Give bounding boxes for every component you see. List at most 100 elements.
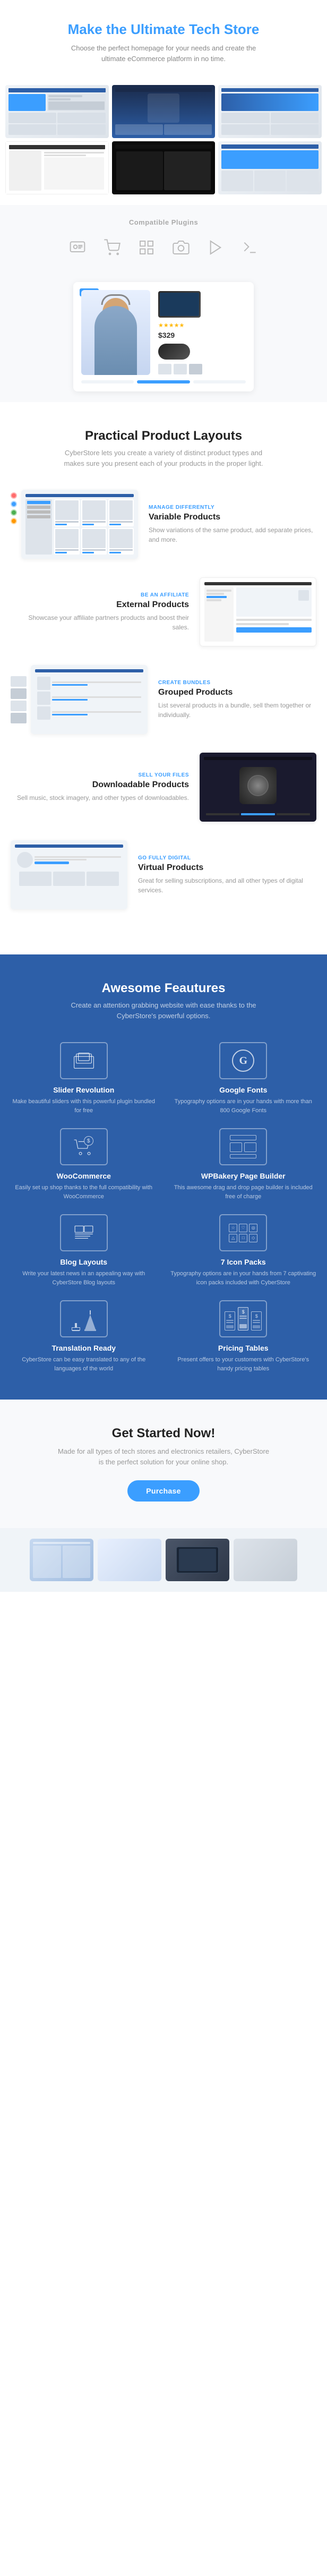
- woocommerce-name: WooCommerce: [57, 1172, 111, 1180]
- bottom-devices-section: [0, 1528, 327, 1592]
- awesome-features-section: Awesome Feautures Create an attention gr…: [0, 954, 327, 1400]
- pricing-tables-icon: $ $ $: [225, 1307, 262, 1330]
- get-started-subtitle: Made for all types of tech stores and el…: [57, 1446, 270, 1467]
- features-subtitle: Create an attention grabbing website wit…: [57, 1000, 270, 1021]
- hero-subtitle: Choose the perfect homepage for your nee…: [63, 43, 264, 64]
- downloadable-name: Downloadable Products: [11, 780, 189, 790]
- external-screenshot: [200, 577, 316, 646]
- translation-towers-icon: [72, 1307, 96, 1331]
- woocommerce-desc: Easily set up shop thanks to the full co…: [11, 1183, 157, 1201]
- plugin-woo: [101, 237, 123, 258]
- grouped-desc: List several products in a bundle, sell …: [158, 701, 316, 720]
- product-layouts-subtitle: CyberStore lets you create a variety of …: [57, 448, 270, 468]
- slider-revolution-icon-box: [60, 1042, 108, 1079]
- device-card-3: [166, 1539, 229, 1581]
- showcase-price: $329: [158, 331, 246, 339]
- camera-icon: [170, 237, 192, 258]
- wpbakery-icon-box: [219, 1128, 267, 1165]
- virtual-tag: Go fully digital: [138, 855, 316, 861]
- hero-title-normal: Make the Ultimate: [68, 21, 185, 37]
- screenshot-4: [5, 141, 109, 194]
- wpbakery-blocks-icon: [230, 1135, 256, 1158]
- grouped-info: Create bundles Grouped Products List sev…: [158, 680, 316, 720]
- pricing-tables-desc: Present offers to your customers with Cy…: [170, 1355, 317, 1373]
- screenshots-grid: [0, 85, 327, 205]
- plugin-camera: [170, 237, 192, 258]
- showcase-content: ★★★★★ $329: [81, 290, 246, 375]
- wpbakery-name: WPBakery Page Builder: [201, 1172, 286, 1180]
- woocommerce-icon-box: $: [60, 1128, 108, 1165]
- feature-google-fonts: G Google Fonts Typography options are in…: [170, 1042, 317, 1115]
- product-showcase-section: New ★★★★★ $329: [0, 271, 327, 402]
- grouped-tag: Create bundles: [158, 680, 316, 686]
- showcase-person: [81, 290, 150, 375]
- plugin-slider: [67, 237, 88, 258]
- variable-tag: Manage differently: [149, 505, 316, 510]
- icon-packs-icon-box: ☆ ♡ ◎ △ □ ◇: [219, 1214, 267, 1251]
- google-fonts-desc: Typography options are in your hands wit…: [170, 1097, 317, 1115]
- google-fonts-name: Google Fonts: [219, 1086, 267, 1094]
- downloadable-info: Sell your files Downloadable Products Se…: [11, 772, 189, 803]
- screenshot-3: [218, 85, 322, 138]
- hero-section: Make the Ultimate Tech Store Choose the …: [0, 0, 327, 85]
- device-card-4: [234, 1539, 297, 1581]
- product-layouts-section: Practical Product Layouts CyberStore let…: [0, 402, 327, 954]
- external-desc: Showcase your affiliate partners product…: [11, 613, 189, 632]
- wpbakery-desc: This awesome drag and drop page builder …: [170, 1183, 317, 1201]
- person-body: [94, 306, 137, 375]
- rev-icon: [205, 237, 226, 258]
- variable-screenshot: [21, 490, 138, 559]
- plugin-vc: [239, 237, 261, 258]
- features-grid: Slider Revolution Make beautiful sliders…: [11, 1042, 316, 1373]
- get-started-section: Get Started Now! Made for all types of t…: [0, 1400, 327, 1528]
- translation-name: Translation Ready: [51, 1344, 116, 1352]
- virtual-desc: Great for selling subscriptions, and all…: [138, 876, 316, 895]
- showcase-card: New ★★★★★ $329: [73, 282, 254, 391]
- variable-name: Variable Products: [149, 513, 316, 522]
- grouped-name: Grouped Products: [158, 688, 316, 697]
- features-title: Awesome Feautures: [11, 981, 316, 996]
- layout-item-grouped: Create bundles Grouped Products List sev…: [11, 665, 316, 734]
- feature-icon-packs: ☆ ♡ ◎ △ □ ◇ 7 Icon Packs Typography opti…: [170, 1214, 317, 1287]
- feature-blog-layouts: Blog Layouts Write your latest news in a…: [11, 1214, 157, 1287]
- downloadable-desc: Sell music, stock imagery, and other typ…: [11, 793, 189, 803]
- pricing-tables-icon-box: $ $ $: [219, 1300, 267, 1337]
- layout-item-virtual: Go fully digital Virtual Products Great …: [11, 840, 316, 909]
- grouped-screenshot: [31, 665, 148, 734]
- slider-revolution-desc: Make beautiful sliders with this powerfu…: [11, 1097, 157, 1115]
- layout-item-downloadable: Sell your files Downloadable Products Se…: [11, 753, 316, 822]
- blog-layouts-name: Blog Layouts: [60, 1258, 107, 1266]
- screenshot-5: [112, 141, 216, 194]
- blog-layouts-desc: Write your latest news in an appealing w…: [11, 1269, 157, 1287]
- screenshot-6: [218, 141, 322, 194]
- icon-packs-name: 7 Icon Packs: [221, 1258, 266, 1266]
- blog-layouts-icon-box: [60, 1214, 108, 1251]
- layout-item-variable: Manage differently Variable Products Sho…: [11, 490, 316, 559]
- translation-icon-box: [60, 1300, 108, 1337]
- screenshot-2: [112, 85, 216, 138]
- virtual-screenshot: [11, 840, 127, 909]
- purchase-button[interactable]: Purchase: [127, 1480, 199, 1502]
- feature-woocommerce: $ WooCommerce Easily set up shop thanks …: [11, 1128, 157, 1201]
- google-fonts-icon-box: G: [219, 1042, 267, 1079]
- compatible-plugins-section: Compatible Plugins: [0, 205, 327, 271]
- plugin-rev: [205, 237, 226, 258]
- external-info: Be an Affiliate External Products Showca…: [11, 592, 189, 632]
- downloadable-screenshot: [200, 753, 316, 822]
- icon-packs-desc: Typography options are in your hands fro…: [170, 1269, 317, 1287]
- hero-title: Make the Ultimate Tech Store: [11, 21, 316, 38]
- product-layouts-title: Practical Product Layouts: [11, 429, 316, 443]
- external-tag: Be an Affiliate: [11, 592, 189, 598]
- feature-wpbakery: WPBakery Page Builder This awesome drag …: [170, 1128, 317, 1201]
- external-name: External Products: [11, 600, 189, 610]
- get-started-title: Get Started Now!: [11, 1426, 316, 1441]
- camera-shape: [239, 767, 277, 804]
- slider-icon: [67, 237, 88, 258]
- google-g-icon: G: [232, 1050, 254, 1072]
- compatible-title: Compatible Plugins: [11, 218, 316, 226]
- vc-icon: [239, 237, 261, 258]
- showcase-phone: [158, 344, 190, 360]
- showcase-device: [158, 291, 201, 318]
- variable-info: Manage differently Variable Products Sho…: [149, 505, 316, 544]
- layout-item-external: Be an Affiliate External Products Showca…: [11, 577, 316, 646]
